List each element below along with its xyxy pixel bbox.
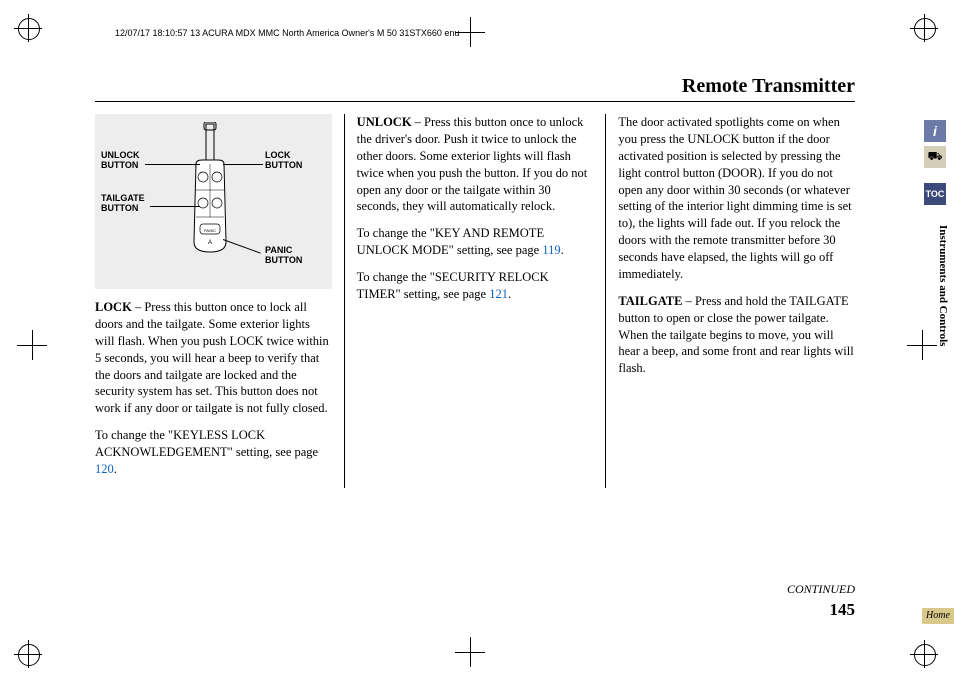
tailgate-button-label: TAILGATEBUTTON: [101, 194, 151, 214]
column-3: The door activated spotlights come on wh…: [605, 114, 855, 488]
home-tab[interactable]: Home: [922, 608, 954, 624]
lock-paragraph: LOCK – Press this button once to lock al…: [95, 299, 332, 417]
spotlights-paragraph: The door activated spotlights come on wh…: [618, 114, 855, 283]
column-1: PANIC A UNLOCKBUTTON LOCKBUTTON TAILGATE…: [95, 114, 344, 488]
svg-text:PANIC: PANIC: [204, 228, 216, 233]
unlock-mode-paragraph: To change the "KEY AND REMOTE UNLOCK MOD…: [357, 225, 594, 259]
page-title: Remote Transmitter: [95, 75, 855, 102]
registration-mark: [914, 18, 936, 40]
leader-line: [145, 164, 200, 165]
column-2: UNLOCK – Press this button once to unloc…: [344, 114, 606, 488]
page-link-120[interactable]: 120: [95, 462, 114, 476]
crop-mark: [907, 330, 937, 360]
svg-text:A: A: [208, 240, 212, 246]
registration-mark: [18, 644, 40, 666]
remote-diagram: PANIC A UNLOCKBUTTON LOCKBUTTON TAILGATE…: [95, 114, 332, 289]
tailgate-paragraph: TAILGATE – Press and hold the TAILGATE b…: [618, 293, 855, 377]
panic-button-label: PANICBUTTON: [265, 246, 302, 266]
keyless-ack-paragraph: To change the "KEYLESS LOCK ACKNOWLEDGEM…: [95, 427, 332, 478]
leader-line: [150, 206, 200, 207]
text-columns: PANIC A UNLOCKBUTTON LOCKBUTTON TAILGATE…: [95, 114, 855, 488]
car-tab[interactable]: ⛟: [924, 146, 946, 168]
section-side-label: Instruments and Controls: [937, 225, 949, 346]
side-tabs: i ⛟ TOC: [924, 120, 954, 209]
relock-timer-paragraph: To change the "SECURITY RELOCK TIMER" se…: [357, 269, 594, 303]
page-content: Remote Transmitter PANIC A: [95, 75, 855, 615]
page-link-121[interactable]: 121: [489, 287, 508, 301]
toc-tab[interactable]: TOC: [924, 183, 946, 205]
unlock-paragraph: UNLOCK – Press this button once to unloc…: [357, 114, 594, 215]
page-number: 145: [830, 600, 856, 620]
leader-line: [223, 164, 263, 165]
lock-button-label: LOCKBUTTON: [265, 151, 302, 171]
crop-mark: [455, 637, 485, 667]
page-link-119[interactable]: 119: [542, 243, 560, 257]
crop-mark: [455, 17, 485, 47]
continued-label: CONTINUED: [787, 582, 855, 597]
crop-mark: [17, 330, 47, 360]
registration-mark: [18, 18, 40, 40]
print-header: 12/07/17 18:10:57 13 ACURA MDX MMC North…: [115, 28, 459, 38]
unlock-button-label: UNLOCKBUTTON: [101, 151, 146, 171]
info-tab[interactable]: i: [924, 120, 946, 142]
key-fob-illustration: PANIC A: [190, 122, 230, 257]
registration-mark: [914, 644, 936, 666]
